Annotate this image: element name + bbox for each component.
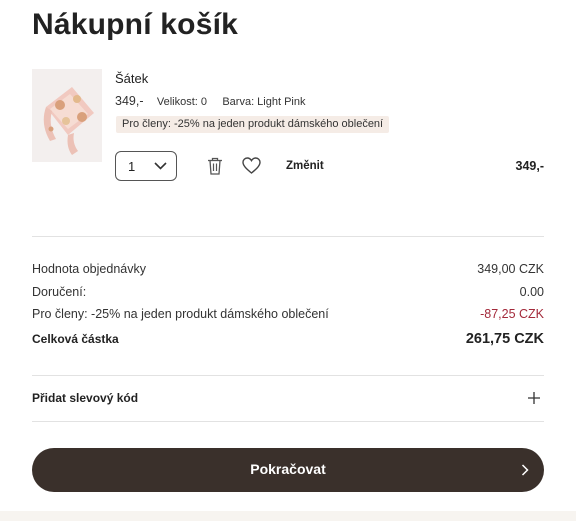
- chevron-right-icon: [521, 464, 529, 476]
- order-value: 349,00 CZK: [477, 262, 544, 276]
- discount-code-label: Přidat slevový kód: [32, 391, 139, 405]
- delete-button[interactable]: [207, 157, 223, 180]
- continue-label: Pokračovat: [250, 461, 326, 477]
- change-link[interactable]: Změnit: [286, 160, 324, 172]
- delivery-label: Doručení:: [32, 285, 87, 299]
- total-label: Celková částka: [32, 332, 119, 346]
- product-image[interactable]: [32, 69, 102, 162]
- product-price: 349,-: [115, 94, 144, 108]
- divider: [32, 236, 544, 237]
- heart-icon: [242, 157, 261, 174]
- chevron-down-icon: [154, 162, 167, 170]
- order-value-label: Hodnota objednávky: [32, 262, 146, 276]
- total-value: 261,75 CZK: [465, 331, 544, 347]
- divider: [32, 421, 544, 422]
- member-discount-value: -87,25 CZK: [480, 307, 544, 321]
- continue-button[interactable]: Pokračovat: [32, 448, 544, 492]
- footer-strip: [0, 511, 576, 521]
- product-size: Velikost: 0: [156, 96, 207, 108]
- scarf-image-icon: [32, 69, 102, 162]
- plus-icon: [528, 392, 540, 404]
- member-discount-label: Pro členy: -25% na jeden produkt dámskéh…: [32, 307, 329, 321]
- delivery-value: 0.00: [519, 285, 544, 299]
- quantity-select[interactable]: 1: [115, 151, 177, 181]
- quantity-value: 1: [128, 159, 136, 174]
- product-name[interactable]: Šátek: [115, 71, 148, 86]
- product-color: Barva: Light Pink: [222, 96, 306, 108]
- trash-icon: [208, 157, 222, 175]
- line-total: 349,-: [515, 159, 545, 173]
- favorite-button[interactable]: [242, 157, 261, 179]
- member-promo-badge: Pro členy: -25% na jeden produkt dámskéh…: [116, 116, 390, 133]
- add-discount-code-toggle[interactable]: Přidat slevový kód: [32, 376, 544, 421]
- product-meta: 349,- Velikost: 0 Barva: Light Pink: [115, 94, 317, 108]
- page-title: Nákupní košík: [32, 8, 238, 41]
